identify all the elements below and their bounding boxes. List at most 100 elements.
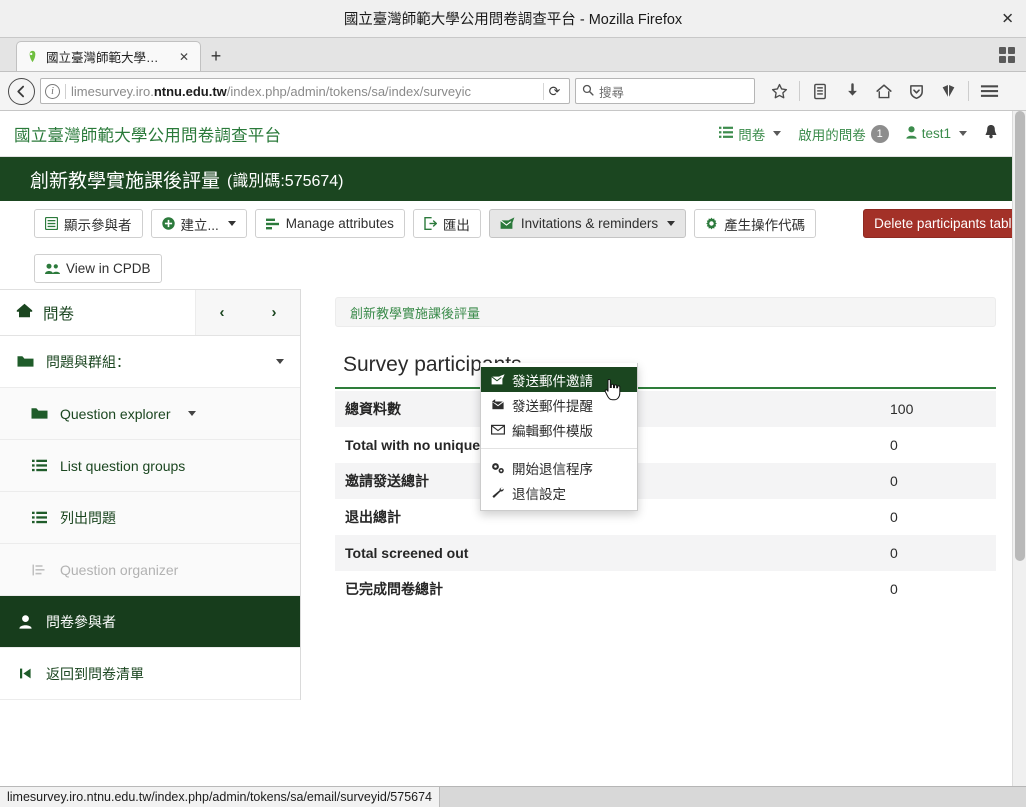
sidebar-item-label: Question organizer [60, 561, 179, 578]
delete-participants-table-label: Delete participants table [874, 216, 1019, 231]
library-icon[interactable] [805, 77, 835, 105]
app-brand[interactable]: 國立臺灣師範大學公用問卷調查平台 [14, 122, 281, 146]
table-row: 退出總計 0 [335, 499, 996, 535]
home-icon[interactable] [869, 77, 899, 105]
nav-surveys-label: 問卷 [738, 127, 766, 143]
show-participants-button[interactable]: 顯示參與者 [34, 209, 143, 238]
users-icon [45, 263, 60, 275]
generate-tokens-button[interactable]: 產生操作代碼 [694, 209, 817, 238]
sidebar-item-label: 問題與群組： [46, 353, 130, 370]
nav-user-menu[interactable]: test1 [906, 125, 967, 142]
menu-item-edit-email-templates[interactable]: 編輯郵件模版 [481, 417, 637, 442]
invitations-reminders-button[interactable]: Invitations & reminders [488, 209, 687, 238]
status-bar: limesurvey.iro.ntnu.edu.tw/index.php/adm… [0, 786, 440, 807]
generate-tokens-label: 產生操作代碼 [724, 217, 806, 233]
bookmark-star-icon[interactable] [764, 77, 794, 105]
tab-close-icon[interactable]: ✕ [176, 50, 192, 64]
table-row: Total with no unique token 0 [335, 427, 996, 463]
row-value: 0 [890, 437, 898, 453]
sidebar-item-label: Question explorer [60, 405, 171, 422]
create-label: 建立... [180, 217, 219, 233]
table-row: 已完成問卷總計 0 [335, 571, 996, 607]
status-url: limesurvey.iro.ntnu.edu.tw/index.php/adm… [7, 790, 432, 804]
chevron-down-icon [276, 359, 284, 364]
export-button[interactable]: 匯出 [412, 209, 481, 238]
sidebar-item-label: 問卷參與者 [46, 613, 116, 630]
breadcrumb-label[interactable]: 創新教學實施課後評量 [350, 303, 480, 322]
participants-toolbar: 顯示參與者 建立... Manage attributes 匯出 Invitat… [0, 201, 1026, 289]
downloads-icon[interactable] [837, 77, 867, 105]
list-icon [45, 217, 58, 230]
sidebar: 問卷 ‹ › 問題與群組： Question explorer List que… [0, 289, 301, 700]
site-info-icon[interactable]: i [45, 83, 60, 99]
grid-view-icon[interactable] [996, 44, 1018, 66]
sidebar-header: 問卷 ‹ › [0, 290, 300, 336]
menu-item-bounce-settings[interactable]: 退信設定 [481, 480, 637, 505]
chevron-right-icon[interactable]: › [266, 304, 283, 321]
menu-item-send-email-reminder[interactable]: 發送郵件提醒 [481, 392, 637, 417]
export-icon [424, 217, 437, 230]
menu-item-label: 編輯郵件模版 [512, 423, 593, 439]
bell-icon[interactable] [984, 124, 998, 143]
sidebar-item-label: List question groups [60, 457, 186, 474]
mail-send-icon [500, 217, 515, 230]
create-button[interactable]: 建立... [150, 209, 247, 238]
cogs-icon [491, 462, 505, 474]
app-navbar: 國立臺灣師範大學公用問卷調查平台 問卷 啟用的問卷 1 test1 [0, 111, 1012, 157]
menu-separator [481, 448, 637, 449]
export-label: 匯出 [442, 217, 470, 233]
reload-icon[interactable]: ⟳ [543, 82, 565, 100]
hamburger-menu-icon[interactable] [974, 77, 1004, 105]
sidebar-item-question-explorer[interactable]: Question explorer [0, 388, 300, 440]
sidebar-item-question-organizer: Question organizer [0, 544, 300, 596]
sidebar-item-label: 返回到問卷清單 [46, 665, 144, 682]
chevron-left-icon[interactable]: ‹ [214, 304, 231, 321]
sidebar-nav-arrows: ‹ › [195, 290, 300, 335]
row-label: Total screened out [345, 545, 469, 561]
shield-icon[interactable] [901, 77, 931, 105]
url-path: /index.php/admin/tokens/sa/index/surveyi… [226, 83, 472, 99]
window-close-button[interactable]: ✕ [1001, 11, 1014, 26]
new-tab-button[interactable]: + [201, 41, 231, 71]
toolbar-divider [799, 81, 800, 101]
invitations-dropdown-menu: 發送郵件邀請 發送郵件提醒 編輯郵件模版 開始退信程序 退信設定 [480, 363, 638, 511]
sidebar-item-survey-participants[interactable]: 問卷參與者 [0, 596, 300, 648]
list-icon [30, 459, 48, 472]
back-button[interactable] [8, 77, 35, 105]
chevron-down-icon [227, 221, 236, 226]
scrollbar-thumb[interactable] [1015, 111, 1025, 561]
page-scrollbar[interactable] [1012, 111, 1026, 786]
nav-surveys[interactable]: 問卷 [719, 124, 782, 144]
gear-icon [705, 217, 718, 230]
url-prefix: limesurvey.iro. [71, 83, 154, 99]
list-icon [719, 126, 734, 142]
step-backward-icon [16, 667, 34, 680]
view-in-cpdb-button[interactable]: View in CPDB [34, 254, 162, 283]
menu-item-label: 退信設定 [512, 486, 566, 502]
survey-code: (識別碼:575674) [227, 173, 344, 190]
pocket-icon[interactable] [933, 77, 963, 105]
sidebar-item-list-questions[interactable]: 列出問題 [0, 492, 300, 544]
address-bar[interactable]: i limesurvey.iro.ntnu.edu.tw/index.php/a… [40, 78, 570, 104]
menu-item-start-bounce-processing[interactable]: 開始退信程序 [481, 455, 637, 480]
view-in-cpdb-label: View in CPDB [66, 261, 151, 276]
sidebar-home[interactable]: 問卷 [0, 290, 195, 335]
search-bar[interactable]: 搜尋 [575, 78, 755, 104]
home-icon [16, 303, 33, 323]
manage-attributes-button[interactable]: Manage attributes [254, 209, 405, 238]
nav-active-surveys[interactable]: 啟用的問卷 1 [798, 124, 889, 144]
search-icon [582, 84, 594, 99]
row-label: 已完成問卷總計 [345, 581, 443, 597]
row-value: 0 [890, 509, 898, 525]
search-placeholder: 搜尋 [599, 85, 625, 100]
sidebar-item-list-question-groups[interactable]: List question groups [0, 440, 300, 492]
table-row: 總資料數 100 [335, 391, 996, 427]
browser-tab[interactable]: 國立臺灣師範大學公… ✕ [16, 41, 201, 71]
row-value: 0 [890, 581, 898, 597]
delete-participants-table-button[interactable]: Delete participants table [863, 209, 1026, 238]
sidebar-item-questions-groups[interactable]: 問題與群組： [0, 336, 300, 388]
sidebar-item-back-to-survey-list[interactable]: 返回到問卷清單 [0, 648, 300, 700]
menu-item-label: 發送郵件邀請 [512, 373, 593, 389]
breadcrumb: 創新教學實施課後評量 [335, 297, 996, 327]
menu-item-send-email-invitation[interactable]: 發送郵件邀請 [481, 367, 637, 392]
